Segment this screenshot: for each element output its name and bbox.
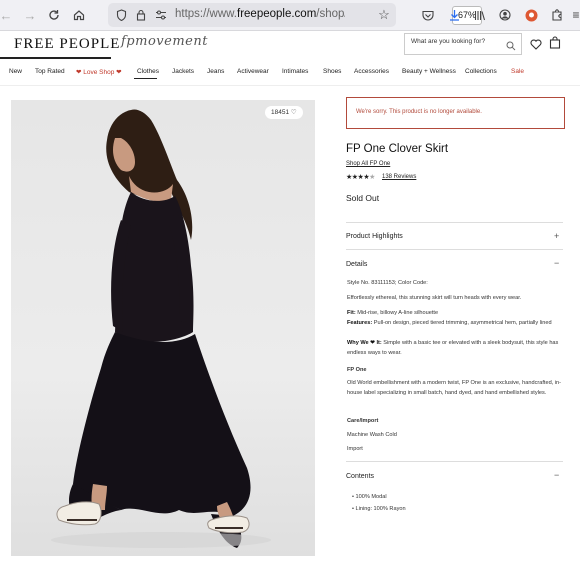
- search-box[interactable]: [404, 33, 522, 55]
- shield-icon[interactable]: [111, 5, 131, 25]
- care-heading: Care/Import: [347, 418, 379, 424]
- product-description: Effortlessly ethereal, this stunning ski…: [347, 295, 522, 301]
- nav-collections[interactable]: Collections: [465, 68, 497, 75]
- nav-activewear[interactable]: Activewear: [237, 68, 269, 75]
- tune-icon[interactable]: [151, 5, 171, 25]
- wishlist-count-badge[interactable]: 18451 ♡: [265, 106, 303, 119]
- unavailable-alert: We're sorry. This product is no longer a…: [346, 97, 565, 129]
- model-illustration: [51, 109, 271, 548]
- nav-intimates[interactable]: Intimates: [282, 68, 308, 75]
- nav-jackets[interactable]: Jackets: [172, 68, 194, 75]
- forward-icon[interactable]: →: [20, 5, 40, 25]
- nav-love-shop[interactable]: ❤ Love Shop ❤: [76, 68, 122, 76]
- heart-icon: ❤: [116, 69, 122, 76]
- heart-icon: ♡: [290, 109, 297, 116]
- nav-jeans[interactable]: Jeans: [207, 68, 224, 75]
- plus-icon[interactable]: +: [554, 231, 559, 241]
- pocket-icon[interactable]: [418, 5, 438, 25]
- shop-all-link[interactable]: Shop All FP One: [346, 161, 390, 167]
- minus-icon[interactable]: −: [554, 470, 559, 480]
- heart-icon: ❤: [76, 69, 82, 76]
- address-bar[interactable]: https://www.freepeople.com/shop/fp 67% ☆: [108, 3, 482, 27]
- duckduckgo-extension-icon[interactable]: [521, 5, 541, 25]
- fit-line: Fit: Mid-rise, billowy A-line silhouette: [347, 310, 439, 316]
- nav-accessories[interactable]: Accessories: [354, 68, 389, 75]
- care-instructions: Machine Wash Cold: [347, 432, 397, 438]
- heart-icon[interactable]: [530, 37, 542, 55]
- nav-shoes[interactable]: Shoes: [323, 68, 341, 75]
- divider: [346, 461, 563, 462]
- sold-out-status: Sold Out: [346, 193, 380, 203]
- divider: [346, 222, 563, 223]
- account-icon[interactable]: [495, 5, 515, 25]
- brand-heading: FP One: [347, 367, 367, 373]
- shopping-bag-icon[interactable]: [549, 36, 561, 54]
- download-icon[interactable]: [444, 5, 464, 25]
- contents-toggle[interactable]: Contents: [346, 473, 374, 480]
- fp-movement-logo[interactable]: fpmovement: [121, 34, 208, 49]
- divider: [346, 249, 563, 250]
- extensions-icon[interactable]: [547, 5, 567, 25]
- nav-top-rated[interactable]: Top Rated: [35, 68, 65, 75]
- nav-active-underline: [134, 78, 157, 79]
- wishlist-count: 18451: [271, 109, 290, 116]
- nav-beauty-wellness[interactable]: Beauty + Wellness: [402, 68, 456, 75]
- why-we-love-it: Why We ❤ It: Simple with a basic tee or …: [347, 340, 559, 356]
- home-icon[interactable]: [69, 5, 89, 25]
- nav-new[interactable]: New: [9, 68, 22, 75]
- back-icon[interactable]: ←: [0, 5, 16, 25]
- alert-text: We're sorry. This product is no longer a…: [356, 109, 482, 115]
- product-title: FP One Clover Skirt: [346, 143, 449, 155]
- style-number: Style No. 83111153; Color Code:: [347, 280, 428, 286]
- reviews-link[interactable]: 138 Reviews: [382, 174, 416, 180]
- star-rating: ★★★★★: [346, 174, 375, 181]
- browser-toolbar: ← → https://www.freepeople.com/shop/fp 6…: [0, 0, 580, 31]
- brand-tab-underline: [0, 57, 111, 59]
- contents-item: • Lining: 100% Rayon: [352, 506, 406, 512]
- import-text: Import: [347, 446, 363, 452]
- nav-clothes[interactable]: Clothes: [137, 68, 159, 75]
- header-divider: [0, 85, 580, 86]
- main-navigation: New Top Rated ❤ Love Shop ❤ Clothes Jack…: [0, 64, 580, 82]
- product-highlights-toggle[interactable]: Product Highlights: [346, 233, 403, 240]
- url-text: https://www.freepeople.com/shop/fp: [175, 8, 345, 20]
- nav-sale[interactable]: Sale: [511, 68, 524, 75]
- search-icon[interactable]: [506, 38, 516, 56]
- bookmark-star-icon[interactable]: ☆: [374, 5, 394, 25]
- brand-logo[interactable]: FREE PEOPLE: [14, 36, 120, 53]
- lock-icon[interactable]: [131, 5, 151, 25]
- brand-description: Old World embellishment with a modern tw…: [347, 380, 562, 396]
- minus-icon[interactable]: −: [554, 258, 559, 268]
- search-input[interactable]: [411, 38, 503, 45]
- reload-icon[interactable]: [44, 5, 64, 25]
- details-toggle[interactable]: Details: [346, 261, 367, 268]
- menu-icon[interactable]: ≡: [566, 5, 580, 25]
- product-photo[interactable]: 18451 ♡: [11, 100, 315, 556]
- features-line: Features: Pull-on design, pieced tiered …: [347, 320, 552, 326]
- contents-item: • 100% Modal: [352, 494, 387, 500]
- library-icon[interactable]: [470, 5, 490, 25]
